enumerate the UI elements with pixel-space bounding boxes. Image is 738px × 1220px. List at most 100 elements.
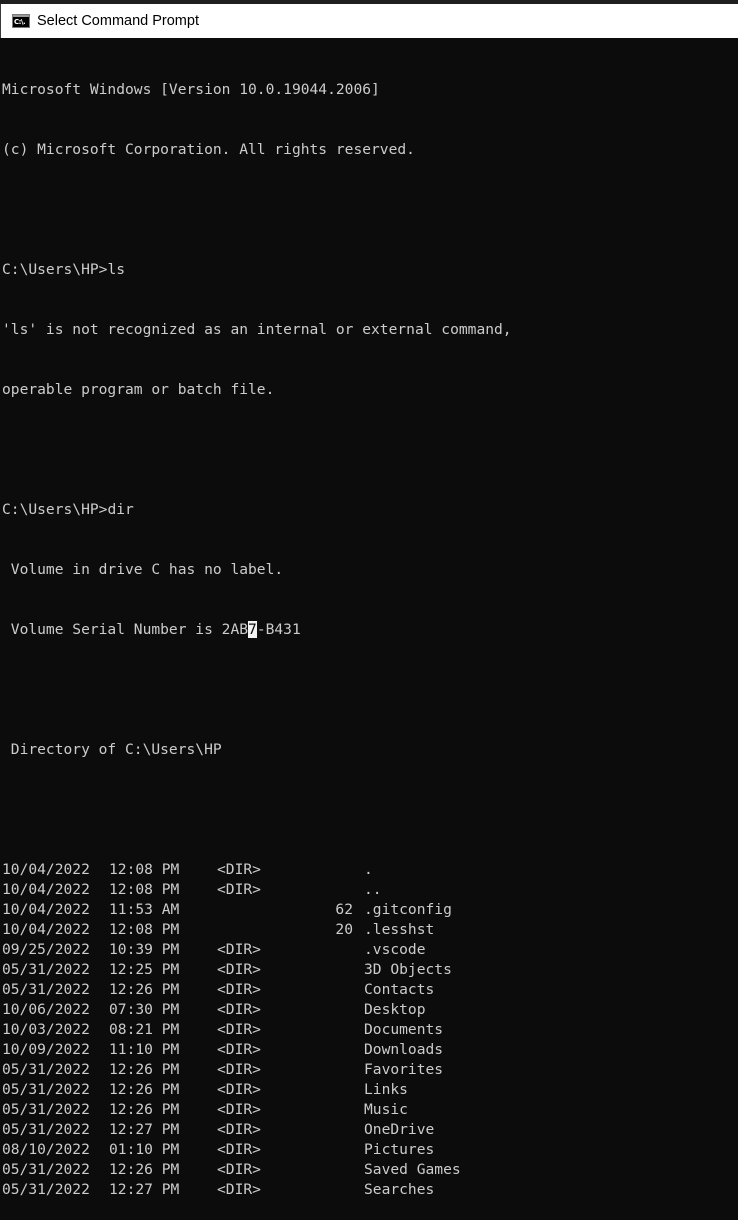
prompt: C:\Users\HP>: [2, 501, 108, 518]
entry-date: 05/31/2022: [2, 1101, 90, 1118]
cmd-icon: C:\.: [12, 14, 30, 28]
entry-date: 05/31/2022: [2, 961, 90, 978]
entry-date: 05/31/2022: [2, 1121, 90, 1138]
entry-date: 10/04/2022: [2, 921, 90, 938]
version-line: Microsoft Windows [Version 10.0.19044.20…: [2, 81, 380, 98]
entry-name: Desktop: [364, 1001, 426, 1018]
copyright-line: (c) Microsoft Corporation. All rights re…: [2, 141, 415, 158]
listing-row: 05/31/2022 12:26 PM <DIR> Favorites: [2, 1060, 738, 1080]
entry-date: 10/04/2022: [2, 861, 90, 878]
volume-label-line: Volume in drive C has no label.: [2, 561, 284, 578]
listing-row: 10/04/2022 12:08 PM <DIR>..: [2, 880, 738, 900]
title-bar[interactable]: C:\. Select Command Prompt: [0, 4, 738, 38]
entry-name: Music: [364, 1101, 408, 1118]
entry-time: 12:27 PM: [109, 1181, 180, 1198]
entry-time: 12:26 PM: [109, 1101, 180, 1118]
entry-type: <DIR>: [217, 941, 261, 958]
entry-date: 10/09/2022: [2, 1041, 90, 1058]
entry-type: <DIR>: [217, 1121, 261, 1138]
entry-type: <DIR>: [217, 1041, 261, 1058]
directory-line: Directory of C:\Users\HP: [2, 741, 222, 758]
listing-row: 10/06/2022 07:30 PM <DIR> Desktop: [2, 1000, 738, 1020]
listing-row: 10/04/2022 12:08 PM <DIR>.: [2, 860, 738, 880]
entry-name: .vscode: [364, 941, 426, 958]
entry-date: 05/31/2022: [2, 981, 90, 998]
entry-time: 12:26 PM: [109, 1161, 180, 1178]
entry-date: 09/25/2022: [2, 941, 90, 958]
command-text: dir: [107, 501, 134, 518]
entry-date: 08/10/2022: [2, 1141, 90, 1158]
listing-row: 10/09/2022 11:10 PM <DIR> Downloads: [2, 1040, 738, 1060]
entry-size: 20: [335, 921, 353, 938]
volume-serial-line: Volume Serial Number is 2AB7-B431: [2, 621, 301, 638]
entry-time: 12:26 PM: [109, 1061, 180, 1078]
entry-time: 12:08 PM: [109, 861, 180, 878]
listing-row: 08/10/2022 01:10 PM <DIR> Pictures: [2, 1140, 738, 1160]
listing-row: 10/04/2022 11:53 AM 62 .gitconfig: [2, 900, 738, 920]
entry-type: <DIR>: [217, 881, 261, 898]
entry-date: 05/31/2022: [2, 1081, 90, 1098]
command-text: ls: [107, 261, 126, 278]
listing-row: 05/31/2022 12:27 PM <DIR> OneDrive: [2, 1120, 738, 1140]
listing-row: 05/31/2022 12:26 PM <DIR> Music: [2, 1100, 738, 1120]
entry-type: <DIR>: [217, 1161, 261, 1178]
entry-type: <DIR>: [217, 1101, 261, 1118]
directory-listing: 10/04/2022 12:08 PM <DIR>. 10/04/2022 12:08 …: [2, 860, 738, 1200]
entry-time: 12:26 PM: [109, 1081, 180, 1098]
prompt: C:\Users\HP>: [2, 261, 108, 278]
entry-time: 12:08 PM: [109, 921, 180, 938]
listing-row: 05/31/2022 12:26 PM <DIR> Links: [2, 1080, 738, 1100]
text-selection-cursor[interactable]: 7: [248, 621, 257, 638]
command-line: C:\Users\HP>ls: [2, 260, 738, 280]
entry-time: 08:21 PM: [109, 1021, 180, 1038]
listing-row: 05/31/2022 12:27 PM <DIR> Searches: [2, 1180, 738, 1200]
entry-type: <DIR>: [217, 981, 261, 998]
entry-name: Searches: [364, 1181, 435, 1198]
entry-time: 11:10 PM: [109, 1041, 180, 1058]
entry-name: Favorites: [364, 1061, 444, 1078]
entry-time: 12:08 PM: [109, 881, 180, 898]
entry-date: 05/31/2022: [2, 1161, 90, 1178]
entry-date: 10/04/2022: [2, 901, 90, 918]
listing-row: 05/31/2022 12:26 PM <DIR> Saved Games: [2, 1160, 738, 1180]
listing-row: 10/04/2022 12:08 PM 20 .lesshst: [2, 920, 738, 940]
entry-time: 12:27 PM: [109, 1121, 180, 1138]
window-title: Select Command Prompt: [37, 13, 199, 29]
entry-time: 12:26 PM: [109, 981, 180, 998]
entry-time: 10:39 PM: [109, 941, 180, 958]
command-line: C:\Users\HP>dir: [2, 500, 738, 520]
entry-date: 05/31/2022: [2, 1061, 90, 1078]
entry-type: <DIR>: [217, 1061, 261, 1078]
entry-type: <DIR>: [217, 1141, 261, 1158]
entry-name: Downloads: [364, 1041, 444, 1058]
entry-name: 3D Objects: [364, 961, 452, 978]
entry-name: .: [364, 861, 373, 878]
entry-type: <DIR>: [217, 1181, 261, 1198]
entry-time: 07:30 PM: [109, 1001, 180, 1018]
entry-date: 10/03/2022: [2, 1021, 90, 1038]
entry-name: Saved Games: [364, 1161, 461, 1178]
console-output[interactable]: Microsoft Windows [Version 10.0.19044.20…: [2, 40, 738, 1198]
entry-date: 10/06/2022: [2, 1001, 90, 1018]
entry-name: Pictures: [364, 1141, 435, 1158]
entry-type: <DIR>: [217, 1081, 261, 1098]
listing-row: 10/03/2022 08:21 PM <DIR> Documents: [2, 1020, 738, 1040]
entry-type: <DIR>: [217, 1001, 261, 1018]
entry-time: 11:53 AM: [109, 901, 180, 918]
entry-date: 05/31/2022: [2, 1181, 90, 1198]
entry-type: <DIR>: [217, 961, 261, 978]
entry-time: 01:10 PM: [109, 1141, 180, 1158]
entry-name: Links: [364, 1081, 408, 1098]
entry-size: 62: [335, 901, 353, 918]
listing-row: 05/31/2022 12:25 PM <DIR> 3D Objects: [2, 960, 738, 980]
error-line: 'ls' is not recognized as an internal or…: [2, 321, 512, 338]
entry-date: 10/04/2022: [2, 881, 90, 898]
entry-name: ..: [364, 881, 382, 898]
entry-name: Contacts: [364, 981, 435, 998]
entry-type: <DIR>: [217, 861, 261, 878]
entry-name: Documents: [364, 1021, 444, 1038]
